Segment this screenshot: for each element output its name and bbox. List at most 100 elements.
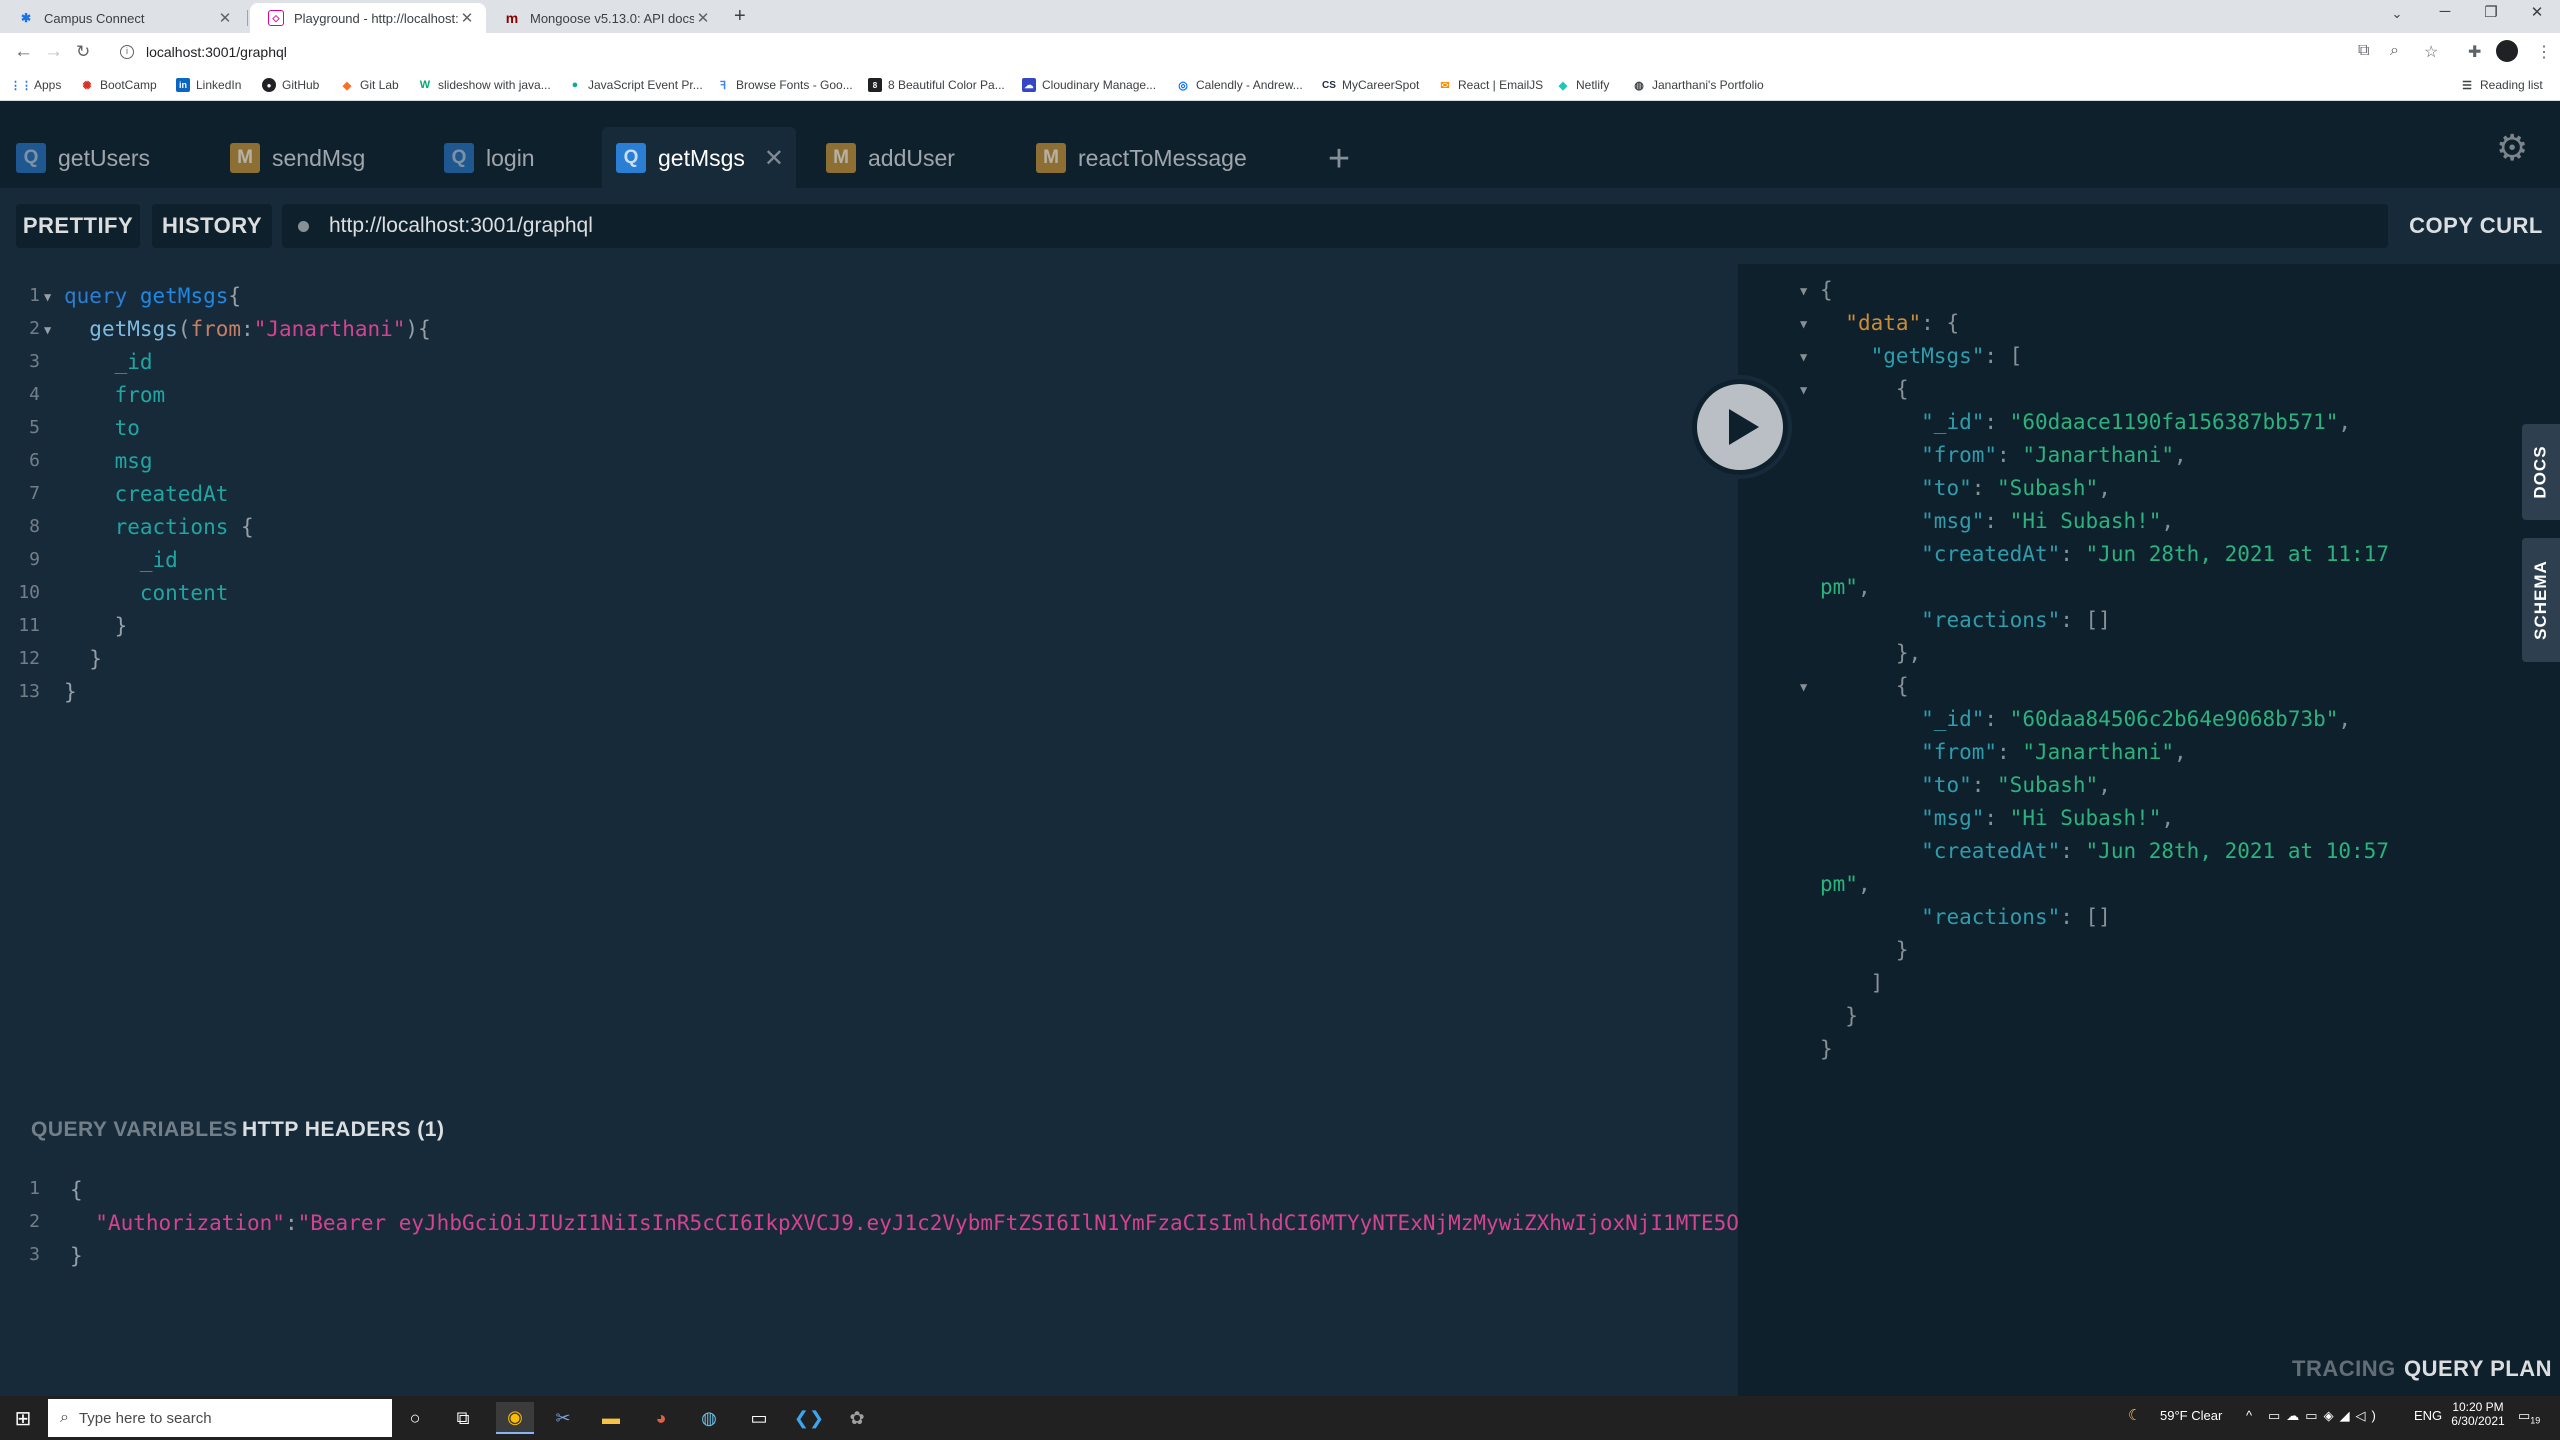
language-indicator[interactable]: ENG [2414,1408,2442,1423]
bookmark-calendly[interactable]: ◎ Calendly - Andrew... [1176,78,1303,92]
windows-start-icon[interactable]: ⊞ [4,1402,42,1434]
terminal-icon[interactable]: ▭ [740,1402,778,1434]
endpoint-input[interactable]: http://localhost:3001/graphql [282,204,2388,248]
open-in-app-icon[interactable]: ⧉ [2358,42,2369,60]
fold-arrow-icon[interactable]: ▼ [1800,680,1807,694]
extensions-icon[interactable]: ✚ [2468,42,2481,62]
bookmark-slideshow[interactable]: Wslideshow with java... [418,78,551,92]
cortana-icon[interactable]: ○ [396,1402,434,1434]
app-icon[interactable]: ◍ [690,1402,728,1434]
bookmark-linkedin[interactable]: in LinkedIn [176,78,241,92]
reload-icon[interactable]: ↻ [76,42,90,62]
campus-connect-favicon: ✱ [20,11,32,25]
tab-addUser[interactable]: M addUser [812,127,1006,189]
close-icon[interactable]: ✕ [458,9,476,27]
vscode-icon[interactable]: ❮❯ [790,1402,828,1434]
docs-tab[interactable]: DOCS [2522,424,2560,520]
execute-query-button[interactable] [1692,379,1788,475]
json-line: "msg": "Hi Subash!", [1921,509,2175,533]
json-line: "_id": "60daace1190fa156387bb571", [1921,410,2352,434]
weather-text[interactable]: 59°F Clear [2160,1408,2222,1423]
headers-editor[interactable]: 1 2 3 { "Authorization":"Bearer eyJhbGci… [0,1178,1738,1278]
http-headers-tab[interactable]: HTTP HEADERS (1) [242,1118,444,1142]
app-icon[interactable]: ✿ [838,1402,876,1434]
prettify-button[interactable]: PRETTIFY [16,204,140,248]
bookmark-portfolio[interactable]: ◍ Janarthani's Portfolio [1632,78,1764,92]
chrome-icon[interactable]: ◉ [496,1402,534,1434]
tab-reactToMessage[interactable]: M reactToMessage [1022,127,1296,189]
bookmark-js-events[interactable]: ● JavaScript Event Pr... [568,78,703,92]
address-bar[interactable]: i localhost:3001/graphql [110,38,2410,65]
bookmark-bootcamp[interactable]: ✺ BootCamp [80,78,156,92]
bookmark-label: LinkedIn [196,78,242,92]
bookmark-gitlab[interactable]: ◆ Git Lab [340,78,399,92]
zoom-icon[interactable]: ⌕ [2390,42,2399,60]
new-tab-button[interactable]: + [734,5,746,28]
bookmark-google-fonts[interactable]: ꟻ Browse Fonts - Goo... [716,78,853,92]
query-variables-tab[interactable]: QUERY VARIABLES [31,1118,238,1142]
fold-arrow-icon[interactable]: ▼ [44,290,51,304]
tab-sendMsg[interactable]: M sendMsg [216,127,410,189]
tab-login[interactable]: Q login [430,127,586,189]
schema-tab[interactable]: SCHEMA [2522,538,2560,662]
tray-overflow-icon[interactable]: ^ [2246,1408,2252,1423]
bookmark-color-palettes[interactable]: 8 8 Beautiful Color Pa... [868,78,1005,92]
browser-tab-campus-connect[interactable]: ✱ Campus Connect ✕ [0,3,244,33]
tab-getUsers[interactable]: Q getUsers [2,127,196,189]
bookmark-label: GitHub [282,78,320,92]
app-icon[interactable]: ◕ [642,1402,680,1434]
bookmark-cloudinary[interactable]: ☁ Cloudinary Manage... [1022,78,1156,92]
task-view-icon[interactable]: ⧉ [444,1402,482,1434]
close-icon[interactable]: ✕ [764,144,784,173]
menu-icon[interactable]: ⋮ [2536,42,2552,62]
site-info-icon[interactable]: i [120,44,134,59]
browser-tab-playground[interactable]: ◇ Playground - http://localhost:30 ✕ [250,3,486,33]
file-explorer-icon[interactable]: ▬ [592,1402,630,1434]
close-icon[interactable]: ✕ [216,9,234,27]
snipping-tool-icon[interactable]: ✂ [544,1402,582,1434]
bookmark-star-icon[interactable]: ☆ [2424,42,2438,62]
code-line: reactions { [114,515,254,539]
bookmark-emailjs[interactable]: ✉ React | EmailJS [1438,78,1543,92]
clock[interactable]: 10:20 PM 6/30/2021 [2450,1400,2506,1428]
tracing-tab[interactable]: TRACING [2292,1356,2396,1382]
json-line: pm", [1820,872,1871,896]
tab-getMsgs[interactable]: Q getMsgs ✕ [602,127,796,189]
reading-list[interactable]: ☰ Reading list [2460,78,2543,92]
code-line: _id [64,350,153,374]
forward-icon[interactable]: → [44,41,63,63]
fold-arrow-icon[interactable]: ▼ [1800,317,1807,331]
fold-arrow-icon[interactable]: ▼ [44,323,51,337]
fold-arrow-icon[interactable]: ▼ [1800,383,1807,397]
line-number: 9 [29,549,40,570]
close-icon[interactable]: ✕ [694,9,712,27]
tray-icons[interactable]: ▭☁▭◈◢◁) [2268,1408,2382,1424]
query-badge: Q [616,143,646,173]
back-icon[interactable]: ← [14,41,33,63]
tab-search-icon[interactable]: ⌄ [2374,6,2420,22]
bookmark-netlify[interactable]: ◆ Netlify [1556,78,1610,92]
notification-icon[interactable]: ▭19 [2518,1408,2540,1426]
add-tab-button[interactable]: + [1312,131,1366,187]
json-line: "data": { [1845,311,1960,335]
history-button[interactable]: HISTORY [152,204,272,248]
code-line: } [64,614,128,638]
mycareerspot-icon: CS [1322,79,1336,91]
minimize-icon[interactable]: ─ [2422,3,2468,20]
profile-avatar[interactable] [2496,40,2518,62]
fold-arrow-icon[interactable]: ▼ [1800,284,1807,298]
bookmark-apps[interactable]: ⋮⋮ Apps [10,78,61,92]
restore-icon[interactable]: ❐ [2468,3,2514,21]
browser-tab-mongoose[interactable]: m Mongoose v5.13.0: API docs ✕ [486,3,722,33]
query-editor[interactable]: 1 2 3 4 5 6 7 8 9 10 11 12 13 ▼ ▼ query … [0,264,1738,1098]
w3schools-icon: W [419,79,431,91]
bookmark-mycareerspot[interactable]: CS MyCareerSpot [1322,78,1419,92]
bookmark-github[interactable]: ● GitHub [262,78,319,92]
copy-curl-button[interactable]: COPY CURL [2392,204,2560,248]
fold-arrow-icon[interactable]: ▼ [1800,350,1807,364]
json-value: "Jun 28th, 2021 at 11:17 [2085,542,2389,566]
taskbar-search[interactable]: ⌕ Type here to search [48,1399,392,1437]
gear-icon[interactable]: ⚙ [2496,127,2528,169]
query-plan-tab[interactable]: QUERY PLAN [2404,1356,2552,1382]
close-window-icon[interactable]: ✕ [2514,3,2560,21]
